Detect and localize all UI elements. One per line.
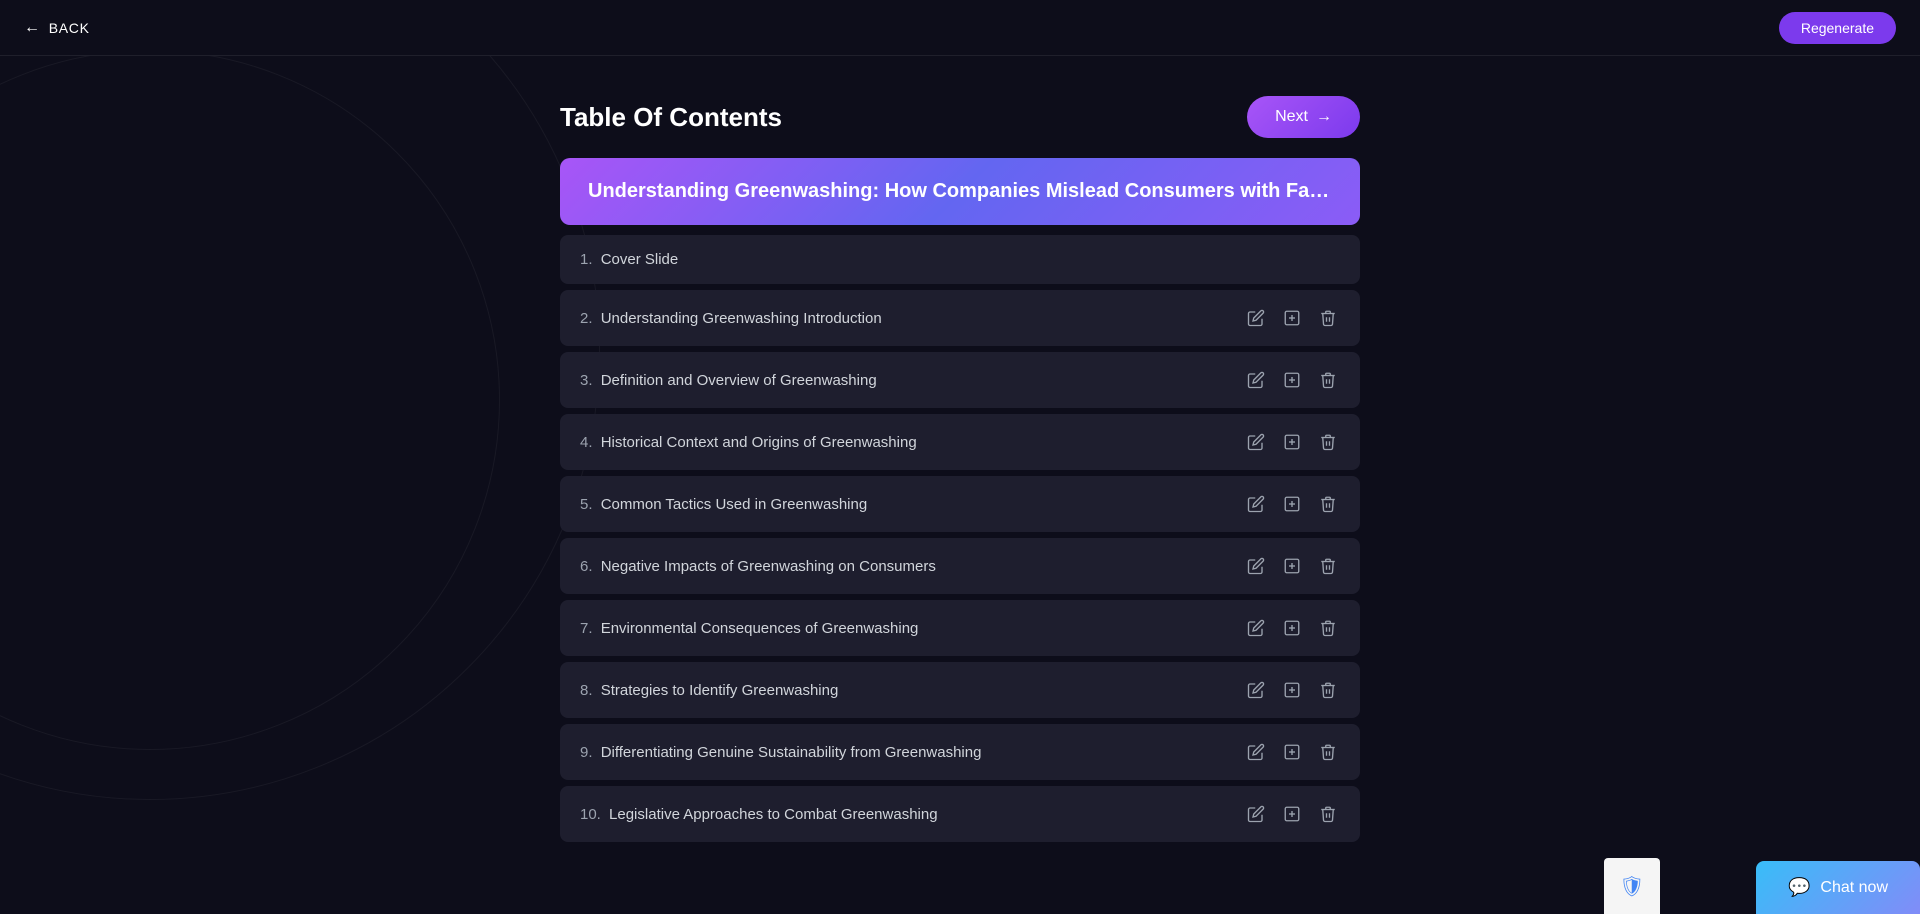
toc-item[interactable]: 10. Legislative Approaches to Combat Gre… bbox=[560, 786, 1360, 842]
toc-item-num: 4. bbox=[580, 434, 597, 451]
toc-item-num: 9. bbox=[580, 744, 597, 761]
add-icon[interactable] bbox=[1280, 802, 1304, 826]
topbar: ← BACK Regenerate bbox=[0, 0, 1920, 56]
regenerate-label: Regenerate bbox=[1801, 20, 1874, 36]
title-banner[interactable]: Understanding Greenwashing: How Companie… bbox=[560, 158, 1360, 225]
toc-item-label: 9. Differentiating Genuine Sustainabilit… bbox=[580, 744, 981, 761]
toc-item-actions bbox=[1244, 554, 1340, 578]
toc-item-num: 3. bbox=[580, 372, 597, 389]
toc-item-actions bbox=[1244, 616, 1340, 640]
toc-item[interactable]: 2. Understanding Greenwashing Introducti… bbox=[560, 290, 1360, 346]
add-icon[interactable] bbox=[1280, 492, 1304, 516]
toc-item-label: 6. Negative Impacts of Greenwashing on C… bbox=[580, 558, 936, 575]
toc-item-actions bbox=[1244, 430, 1340, 454]
toc-item[interactable]: 6. Negative Impacts of Greenwashing on C… bbox=[560, 538, 1360, 594]
header-row: Table Of Contents Next → bbox=[560, 96, 1360, 138]
toc-item[interactable]: 7. Environmental Consequences of Greenwa… bbox=[560, 600, 1360, 656]
back-label: BACK bbox=[49, 20, 90, 36]
trash-icon[interactable] bbox=[1316, 740, 1340, 764]
toc-item-actions bbox=[1244, 492, 1340, 516]
add-icon[interactable] bbox=[1280, 740, 1304, 764]
next-arrow-icon: → bbox=[1316, 108, 1332, 126]
toc-item-actions bbox=[1244, 678, 1340, 702]
add-icon[interactable] bbox=[1280, 430, 1304, 454]
back-button[interactable]: ← BACK bbox=[24, 19, 90, 37]
chat-now-button[interactable]: 💬 Chat now bbox=[1756, 861, 1920, 914]
edit-icon[interactable] bbox=[1244, 802, 1268, 826]
toc-item-num: 10. bbox=[580, 806, 605, 823]
toc-item-num: 7. bbox=[580, 620, 597, 637]
edit-icon[interactable] bbox=[1244, 740, 1268, 764]
trash-icon[interactable] bbox=[1316, 616, 1340, 640]
edit-icon[interactable] bbox=[1244, 554, 1268, 578]
trash-icon[interactable] bbox=[1316, 306, 1340, 330]
toc-item[interactable]: 4. Historical Context and Origins of Gre… bbox=[560, 414, 1360, 470]
main-content: Table Of Contents Next → Understanding G… bbox=[560, 56, 1360, 882]
toc-item[interactable]: 5. Common Tactics Used in Greenwashing bbox=[560, 476, 1360, 532]
trash-icon[interactable] bbox=[1316, 368, 1340, 392]
trash-icon[interactable] bbox=[1316, 554, 1340, 578]
trash-icon[interactable] bbox=[1316, 802, 1340, 826]
next-button[interactable]: Next → bbox=[1247, 96, 1360, 138]
toc-item-num: 8. bbox=[580, 682, 597, 699]
toc-item-label: 8. Strategies to Identify Greenwashing bbox=[580, 682, 838, 699]
toc-item[interactable]: 3. Definition and Overview of Greenwashi… bbox=[560, 352, 1360, 408]
toc-item-actions bbox=[1244, 740, 1340, 764]
add-icon[interactable] bbox=[1280, 368, 1304, 392]
recaptcha-badge: 🛡 bbox=[1604, 858, 1660, 914]
title-banner-text: Understanding Greenwashing: How Companie… bbox=[588, 180, 1332, 203]
toc-item-actions bbox=[1244, 306, 1340, 330]
edit-icon[interactable] bbox=[1244, 492, 1268, 516]
trash-icon[interactable] bbox=[1316, 430, 1340, 454]
toc-item-num: 6. bbox=[580, 558, 597, 575]
add-icon[interactable] bbox=[1280, 678, 1304, 702]
toc-item[interactable]: 9. Differentiating Genuine Sustainabilit… bbox=[560, 724, 1360, 780]
toc-item-label: 3. Definition and Overview of Greenwashi… bbox=[580, 372, 877, 389]
next-label: Next bbox=[1275, 108, 1308, 126]
regenerate-button[interactable]: Regenerate bbox=[1779, 12, 1896, 44]
edit-icon[interactable] bbox=[1244, 368, 1268, 392]
toc-item-num: 2. bbox=[580, 310, 597, 327]
add-icon[interactable] bbox=[1280, 616, 1304, 640]
edit-icon[interactable] bbox=[1244, 678, 1268, 702]
chat-now-label: Chat now bbox=[1820, 879, 1888, 897]
toc-item-label: 4. Historical Context and Origins of Gre… bbox=[580, 434, 917, 451]
toc-item-label: 10. Legislative Approaches to Combat Gre… bbox=[580, 806, 938, 823]
chat-icon: 💬 bbox=[1788, 877, 1810, 898]
recaptcha-shield-icon: 🛡 bbox=[1619, 874, 1644, 899]
toc-item-num: 5. bbox=[580, 496, 597, 513]
toc-item-label: 2. Understanding Greenwashing Introducti… bbox=[580, 310, 882, 327]
add-icon[interactable] bbox=[1280, 306, 1304, 330]
toc-item-num: 1. bbox=[580, 251, 597, 268]
toc-item-actions bbox=[1244, 368, 1340, 392]
back-arrow-icon: ← bbox=[24, 19, 41, 37]
trash-icon[interactable] bbox=[1316, 678, 1340, 702]
toc-item-label: 5. Common Tactics Used in Greenwashing bbox=[580, 496, 867, 513]
edit-icon[interactable] bbox=[1244, 306, 1268, 330]
edit-icon[interactable] bbox=[1244, 616, 1268, 640]
toc-item[interactable]: 1. Cover Slide bbox=[560, 235, 1360, 284]
toc-item-actions bbox=[1244, 802, 1340, 826]
add-icon[interactable] bbox=[1280, 554, 1304, 578]
page-title: Table Of Contents bbox=[560, 102, 782, 133]
toc-item[interactable]: 8. Strategies to Identify Greenwashing bbox=[560, 662, 1360, 718]
trash-icon[interactable] bbox=[1316, 492, 1340, 516]
toc-item-label: 1. Cover Slide bbox=[580, 251, 678, 268]
toc-item-label: 7. Environmental Consequences of Greenwa… bbox=[580, 620, 918, 637]
toc-list: 1. Cover Slide 2. Understanding Greenwash… bbox=[560, 235, 1360, 842]
edit-icon[interactable] bbox=[1244, 430, 1268, 454]
